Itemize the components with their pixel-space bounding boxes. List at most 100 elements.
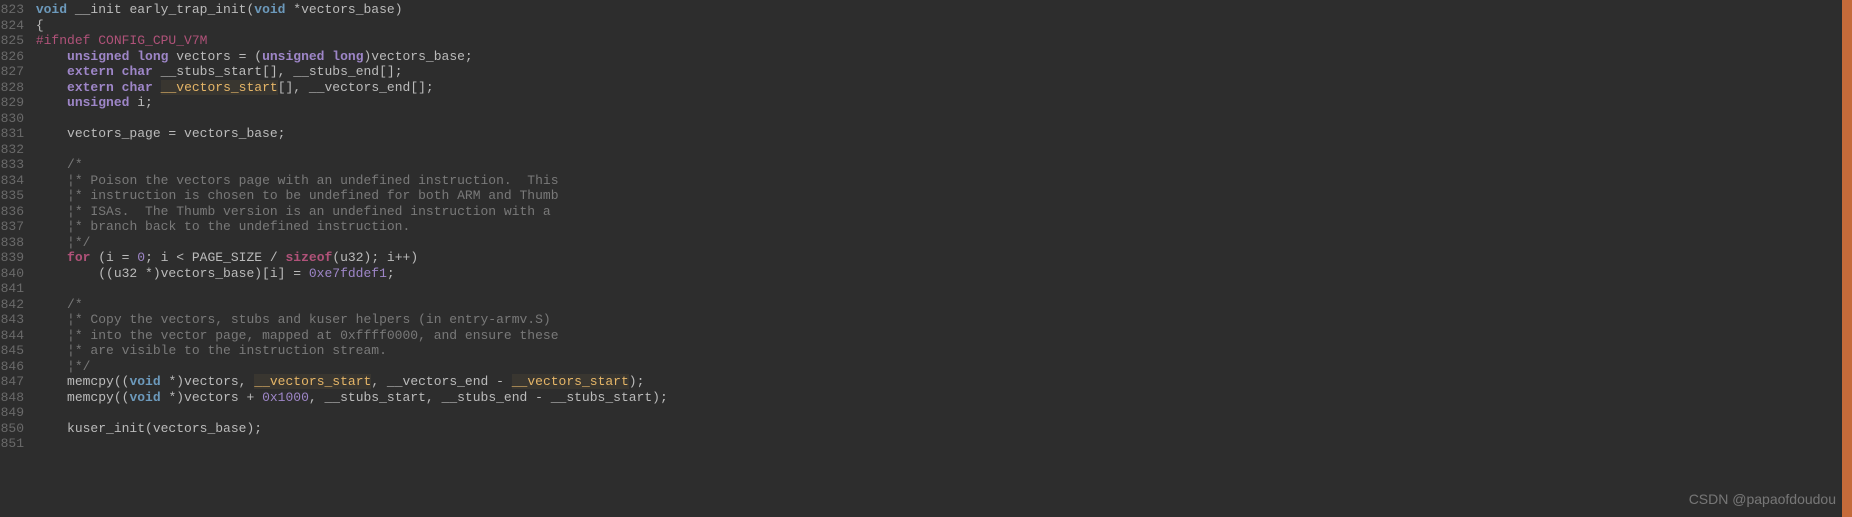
code-area[interactable]: void __init early_trap_init(void *vector… (28, 0, 1852, 517)
code-token (36, 250, 67, 265)
code-line[interactable] (28, 436, 1852, 452)
code-token: /* (67, 157, 83, 172)
code-token: memcpy(( (36, 390, 130, 405)
code-line[interactable] (28, 111, 1852, 127)
line-number: 834 (0, 173, 28, 189)
code-line[interactable]: ¦* ISAs. The Thumb version is an undefin… (28, 204, 1852, 220)
code-line[interactable]: kuser_init(vectors_base); (28, 421, 1852, 437)
line-number: 836 (0, 204, 28, 220)
code-token (36, 204, 67, 219)
scrollbar-indicator[interactable] (1842, 0, 1852, 517)
code-token: CONFIG_CPU_V7M (90, 33, 207, 48)
line-number: 828 (0, 80, 28, 96)
code-token: ¦* branch back to the undefined instruct… (67, 219, 410, 234)
code-line[interactable]: extern char __vectors_start[], __vectors… (28, 80, 1852, 96)
code-token (36, 157, 67, 172)
code-line[interactable]: ¦* branch back to the undefined instruct… (28, 219, 1852, 235)
code-line[interactable]: /* (28, 297, 1852, 313)
line-number: 824 (0, 18, 28, 34)
code-token: 0xe7fddef1 (309, 266, 387, 281)
code-line[interactable]: ¦* are visible to the instruction stream… (28, 343, 1852, 359)
code-line[interactable]: memcpy((void *)vectors, __vectors_start,… (28, 374, 1852, 390)
code-token: ¦* are visible to the instruction stream… (67, 343, 387, 358)
code-line[interactable]: unsigned i; (28, 95, 1852, 111)
code-token: void (36, 2, 67, 17)
code-token: unsigned long (262, 49, 363, 64)
code-line[interactable]: vectors_page = vectors_base; (28, 126, 1852, 142)
code-line[interactable]: ¦* instruction is chosen to be undefined… (28, 188, 1852, 204)
code-token: __vectors_start (161, 80, 278, 95)
code-line[interactable]: { (28, 18, 1852, 34)
code-token (36, 219, 67, 234)
code-token: ¦* into the vector page, mapped at 0xfff… (67, 328, 558, 343)
line-number: 832 (0, 142, 28, 158)
code-token: *)vectors + (161, 390, 262, 405)
code-token: __stubs_start[], __stubs_end[]; (153, 64, 403, 79)
code-token: (u32); i++) (332, 250, 418, 265)
line-number: 851 (0, 436, 28, 452)
line-number: 827 (0, 64, 28, 80)
code-token: [], __vectors_end[]; (278, 80, 434, 95)
code-token: ¦*/ (67, 359, 90, 374)
code-token: ¦* Poison the vectors page with an undef… (67, 173, 558, 188)
code-line[interactable]: memcpy((void *)vectors + 0x1000, __stubs… (28, 390, 1852, 406)
code-token: , __vectors_end - (371, 374, 511, 389)
line-number: 847 (0, 374, 28, 390)
code-token: ¦* Copy the vectors, stubs and kuser hel… (67, 312, 551, 327)
code-token: for (67, 250, 90, 265)
code-token: *)vectors, (161, 374, 255, 389)
code-line[interactable] (28, 405, 1852, 421)
code-editor[interactable]: 8238248258268278288298308318328338348358… (0, 0, 1852, 517)
code-token: extern char (67, 64, 153, 79)
code-line[interactable] (28, 281, 1852, 297)
code-token (36, 343, 67, 358)
code-line[interactable]: ((u32 *)vectors_base)[i] = 0xe7fddef1; (28, 266, 1852, 282)
line-number: 846 (0, 359, 28, 375)
code-token (36, 297, 67, 312)
code-token (36, 328, 67, 343)
code-token: void (129, 374, 160, 389)
code-token: memcpy(( (36, 374, 130, 389)
code-token: *vectors_base) (285, 2, 402, 17)
code-line[interactable]: for (i = 0; i < PAGE_SIZE / sizeof(u32);… (28, 250, 1852, 266)
code-token: 0x1000 (262, 390, 309, 405)
code-line[interactable]: extern char __stubs_start[], __stubs_end… (28, 64, 1852, 80)
line-number: 844 (0, 328, 28, 344)
line-number: 843 (0, 312, 28, 328)
code-line[interactable]: #ifndef CONFIG_CPU_V7M (28, 33, 1852, 49)
code-token: ¦* ISAs. The Thumb version is an undefin… (67, 204, 551, 219)
code-token: sizeof (286, 250, 333, 265)
code-token (153, 80, 161, 95)
code-line[interactable]: ¦* into the vector page, mapped at 0xfff… (28, 328, 1852, 344)
code-token: (i = (90, 250, 137, 265)
line-number: 839 (0, 250, 28, 266)
code-line[interactable] (28, 142, 1852, 158)
code-token (36, 235, 67, 250)
code-token: ; (387, 266, 395, 281)
code-token: /* (67, 297, 83, 312)
code-token: unsigned long (67, 49, 168, 64)
line-number: 825 (0, 33, 28, 49)
code-token: __vectors_start (512, 374, 629, 389)
code-token: ¦* instruction is chosen to be undefined… (67, 188, 558, 203)
code-line[interactable]: ¦* Poison the vectors page with an undef… (28, 173, 1852, 189)
code-token: 0 (137, 250, 145, 265)
code-token: ((u32 *)vectors_base)[i] = (36, 266, 309, 281)
code-line[interactable]: ¦*/ (28, 359, 1852, 375)
line-number: 833 (0, 157, 28, 173)
code-line[interactable]: ¦*/ (28, 235, 1852, 251)
line-number: 826 (0, 49, 28, 65)
code-line[interactable]: void __init early_trap_init(void *vector… (28, 2, 1852, 18)
line-number: 850 (0, 421, 28, 437)
line-number: 831 (0, 126, 28, 142)
code-line[interactable]: /* (28, 157, 1852, 173)
code-line[interactable]: ¦* Copy the vectors, stubs and kuser hel… (28, 312, 1852, 328)
line-number-gutter: 8238248258268278288298308318328338348358… (0, 0, 28, 517)
code-token: ¦*/ (67, 235, 90, 250)
code-token (36, 95, 67, 110)
code-line[interactable]: unsigned long vectors = (unsigned long)v… (28, 49, 1852, 65)
line-number: 830 (0, 111, 28, 127)
code-token (36, 49, 67, 64)
line-number: 842 (0, 297, 28, 313)
code-token: vectors_page = vectors_base; (36, 126, 286, 141)
